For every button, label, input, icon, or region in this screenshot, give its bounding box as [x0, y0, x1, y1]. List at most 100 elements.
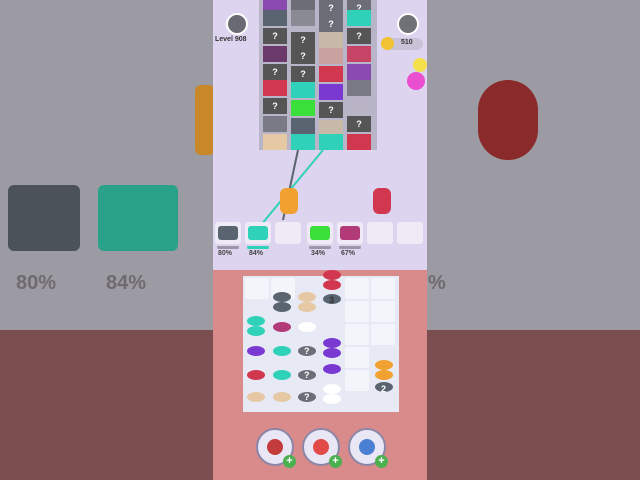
spool-holder-row — [213, 218, 427, 248]
pink-button-icon[interactable] — [407, 72, 425, 90]
spool-white[interactable] — [323, 384, 341, 394]
spool-teal[interactable] — [247, 326, 265, 336]
hidden-mark: ? — [300, 51, 306, 61]
spool-purple[interactable] — [323, 338, 341, 348]
grid-cell[interactable] — [345, 301, 369, 322]
background-spool-gray — [8, 185, 80, 251]
hidden-mark: ? — [356, 119, 362, 129]
magnet-icon — [359, 439, 375, 455]
holder-slot[interactable] — [307, 222, 333, 244]
spool-teal — [248, 226, 268, 240]
yarn-wall: ? ? ? ? ? ? ? ? ? ? ? ? — [259, 0, 377, 150]
hidden-mark: ? — [356, 31, 362, 41]
wall-cell — [291, 10, 315, 26]
hidden-mark: ? — [272, 31, 278, 41]
wall-cell: ? — [263, 64, 287, 80]
wall-cell: ? — [319, 0, 343, 16]
wall-cell — [347, 80, 371, 96]
spool-tan[interactable] — [298, 292, 316, 302]
holder-slot[interactable] — [275, 222, 301, 244]
gear-icon[interactable] — [397, 13, 419, 35]
spool-tan[interactable] — [298, 302, 316, 312]
background-pct-3: % — [428, 272, 446, 294]
wall-cell — [263, 116, 287, 132]
holder-slot[interactable] — [367, 222, 393, 244]
spool-purple[interactable] — [247, 346, 265, 356]
grid-cell[interactable] — [345, 347, 369, 368]
wall-cell — [263, 80, 287, 96]
game-screen: Level 908 510 ? ? ? ? ? ? ? ? ? ? ? ? 80… — [213, 0, 427, 480]
wall-cell — [319, 84, 343, 100]
spool-gray[interactable] — [273, 302, 291, 312]
spool-red[interactable] — [323, 270, 341, 280]
progress-bar — [309, 246, 331, 249]
wall-cell: ? — [347, 116, 371, 132]
wall-cell — [347, 64, 371, 80]
hidden-mark: ? — [304, 392, 310, 402]
spool-count: 2 — [381, 384, 387, 394]
hidden-mark: ? — [304, 346, 310, 356]
holder-slot[interactable] — [215, 222, 241, 244]
spool-teal[interactable] — [273, 370, 291, 380]
background-pct-2: 84% — [106, 272, 147, 294]
background-pct-1: 80% — [16, 272, 57, 294]
spool-purple[interactable] — [323, 348, 341, 358]
wall-cell — [263, 46, 287, 62]
wall-cell — [347, 98, 371, 114]
yellow-button-icon[interactable] — [413, 58, 427, 72]
holder-slot[interactable] — [337, 222, 363, 244]
grid-cell[interactable] — [371, 324, 395, 345]
restart-icon[interactable] — [226, 13, 248, 35]
spool-red[interactable] — [247, 370, 265, 380]
grid-cell[interactable] — [345, 324, 369, 345]
spool-teal[interactable] — [273, 346, 291, 356]
wall-cell: ? — [263, 28, 287, 44]
holder-pct: 34% — [311, 250, 326, 257]
grid-cell[interactable] — [345, 278, 369, 299]
spool-orange[interactable] — [375, 370, 393, 380]
wall-cell: ? — [347, 28, 371, 44]
grid-cell[interactable] — [345, 370, 369, 391]
holder-pct: 84% — [249, 250, 264, 257]
wall-cell — [263, 10, 287, 26]
spool-white[interactable] — [323, 394, 341, 404]
wall-cell — [319, 66, 343, 82]
spool-tan[interactable] — [247, 392, 265, 402]
wall-cell: ? — [291, 48, 315, 64]
spool-purple[interactable] — [323, 364, 341, 374]
holder-pct: 67% — [341, 250, 356, 257]
booster-magnet[interactable]: + — [348, 428, 388, 468]
wall-cell: ? — [263, 98, 287, 114]
hidden-mark: ? — [300, 35, 306, 45]
background-spool-orange — [195, 85, 215, 155]
spool-magenta[interactable] — [273, 322, 291, 332]
hidden-mark: ? — [272, 101, 278, 111]
spool-red[interactable] — [373, 188, 391, 214]
plus-icon: + — [329, 455, 342, 468]
progress-bar — [217, 246, 239, 249]
holder-pct: 80% — [218, 250, 233, 257]
grid-cell[interactable] — [245, 278, 269, 299]
spool-white[interactable] — [298, 322, 316, 332]
spool-gray[interactable] — [273, 292, 291, 302]
holder-slot[interactable] — [245, 222, 271, 244]
grid-cell[interactable] — [371, 301, 395, 322]
holder-slot[interactable] — [397, 222, 423, 244]
grid-cell[interactable] — [371, 278, 395, 299]
coin-counter: 510 — [381, 37, 423, 50]
spool-red[interactable] — [323, 280, 341, 290]
spool-green — [310, 226, 330, 240]
background-spool-red — [478, 80, 538, 160]
booster-scissors[interactable]: + — [256, 428, 296, 468]
spool-teal[interactable] — [247, 316, 265, 326]
plus-icon: + — [375, 455, 388, 468]
spool-tan[interactable] — [273, 392, 291, 402]
booster-spool[interactable]: + — [302, 428, 342, 468]
wall-cell — [291, 100, 315, 116]
spool-orange[interactable] — [375, 360, 393, 370]
wall-cell: ? — [319, 16, 343, 32]
hidden-mark: ? — [328, 3, 334, 13]
hidden-mark: ? — [328, 19, 334, 29]
spool-gray — [218, 226, 238, 240]
spool-orange[interactable] — [280, 188, 298, 214]
